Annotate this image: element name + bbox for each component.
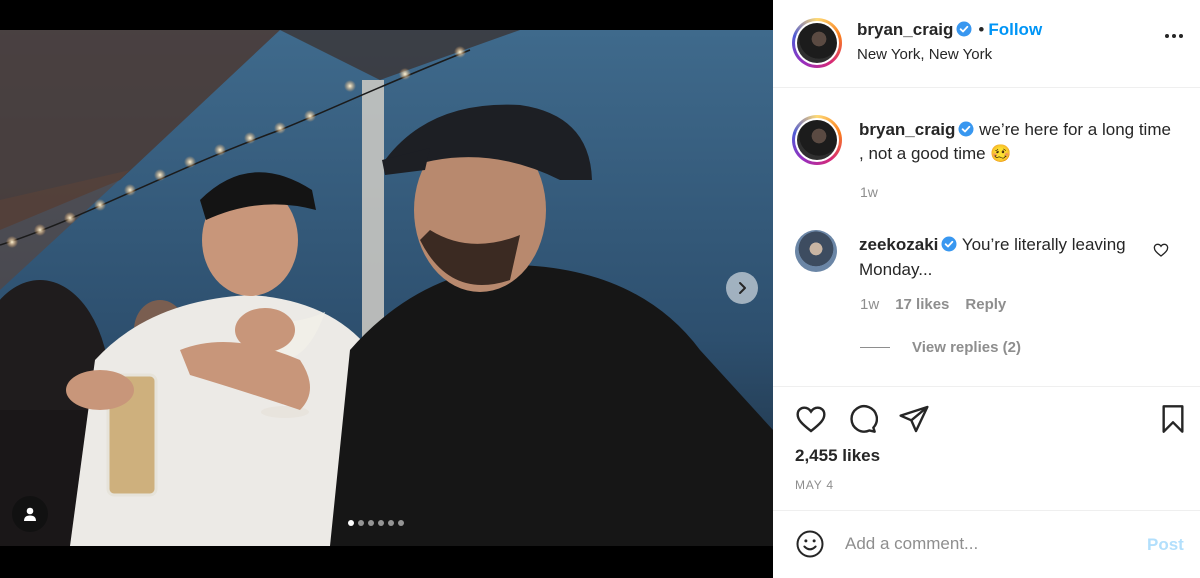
header-separator: • (978, 20, 985, 39)
comment-meta: 1w 17 likes Reply (860, 296, 1006, 313)
more-icon (1165, 34, 1169, 38)
share-icon[interactable] (898, 403, 930, 435)
view-replies-label: View replies (2) (912, 339, 1021, 356)
verified-icon (941, 236, 957, 252)
post-media (0, 0, 773, 578)
next-image-button[interactable] (726, 272, 758, 304)
emoji-icon[interactable] (795, 529, 825, 559)
comment-text-block: zeekozaki You’re literally leaving Monda… (859, 232, 1149, 282)
comment-icon[interactable] (846, 403, 878, 435)
add-comment-bar: Post (773, 510, 1200, 578)
carousel-dot (378, 520, 384, 526)
bookmark-icon[interactable] (1157, 403, 1189, 435)
comment-heart-icon[interactable] (1153, 242, 1169, 258)
post-side-panel: bryan_craig • Follow New York, New York b… (773, 0, 1200, 578)
heart-icon[interactable] (795, 403, 827, 435)
carousel-dot (348, 520, 354, 526)
likes-count[interactable]: 2,455 likes (795, 446, 880, 466)
carousel-dot (368, 520, 374, 526)
reply-button[interactable]: Reply (965, 296, 1006, 313)
author-avatar[interactable] (792, 18, 842, 68)
caption-timestamp: 1w (860, 184, 878, 200)
verified-icon (958, 121, 974, 137)
carousel-dot (358, 520, 364, 526)
caption-author-avatar[interactable] (792, 115, 842, 165)
caption-text-block: bryan_craig we’re here for a long time ,… (859, 118, 1177, 166)
post-header: bryan_craig • Follow New York, New York (773, 0, 1200, 88)
post-photo[interactable] (0, 30, 773, 546)
post-date: MAY 4 (795, 478, 834, 492)
comment-likes[interactable]: 17 likes (895, 296, 949, 313)
chevron-right-icon (739, 282, 746, 294)
carousel-dot (388, 520, 394, 526)
caption-username[interactable]: bryan_craig (859, 120, 955, 139)
comment-timestamp: 1w (860, 296, 880, 313)
comment-input[interactable] (845, 529, 1125, 559)
tagged-users-button[interactable] (12, 496, 48, 532)
commenter-avatar[interactable] (795, 230, 837, 272)
verified-icon (956, 21, 972, 37)
author-username[interactable]: bryan_craig (857, 20, 953, 39)
post-location[interactable]: New York, New York (857, 46, 992, 63)
post-comment-button[interactable]: Post (1147, 535, 1184, 555)
divider (860, 347, 890, 348)
post-actions: 2,455 likes MAY 4 (773, 386, 1200, 510)
view-replies-button[interactable]: View replies (2) (860, 339, 1021, 356)
carousel-indicator (348, 520, 404, 526)
user-tag-icon (24, 507, 36, 521)
follow-button[interactable]: Follow (988, 20, 1042, 39)
more-options-button[interactable] (1165, 34, 1183, 38)
carousel-dot (398, 520, 404, 526)
commenter-username[interactable]: zeekozaki (859, 235, 938, 254)
